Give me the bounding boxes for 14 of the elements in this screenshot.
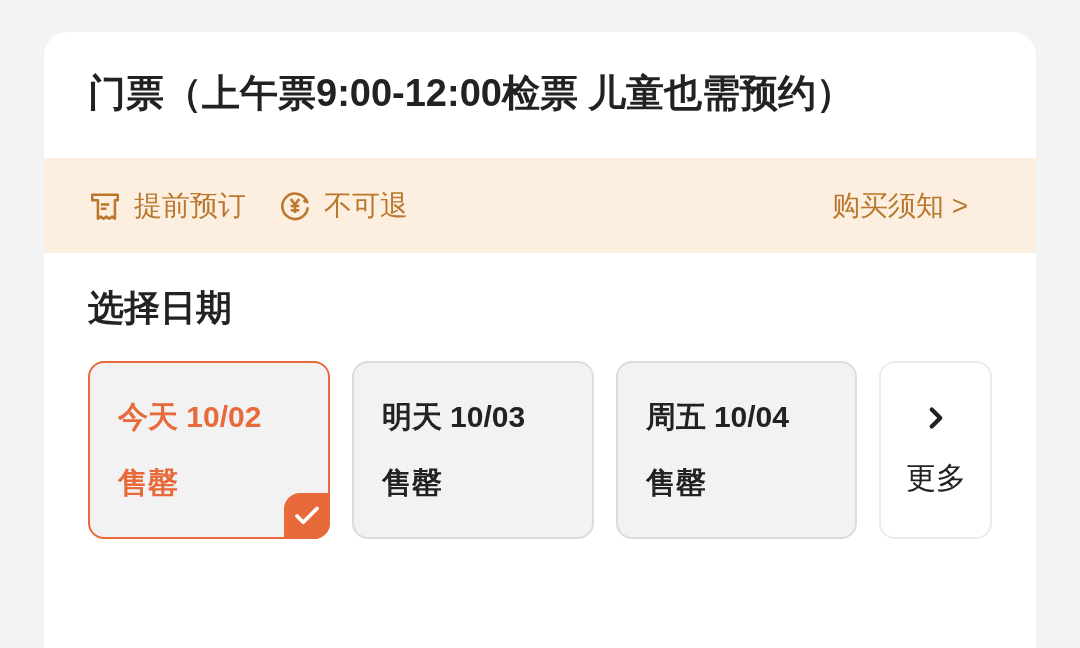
sold-out-label: 售罄	[381, 468, 443, 498]
date-label: 今天 10/02	[118, 402, 263, 432]
check-icon	[283, 493, 330, 539]
sold-out-label: 售罄	[118, 468, 179, 498]
notice-label: 不可退	[324, 188, 408, 223]
sold-out-label: 售罄	[645, 468, 707, 498]
section-heading: 选择日期	[87, 286, 233, 330]
date-label: 周五 10/04	[645, 402, 790, 432]
more-dates-button[interactable]: 更多	[879, 361, 992, 539]
date-label: 明天 10/03	[381, 402, 527, 432]
date-option[interactable]: 周五 10/04 售罄	[615, 361, 858, 539]
date-option[interactable]: 明天 10/03 售罄	[351, 361, 594, 539]
ticket-title: 门票（上午票9:00-12:00检票 儿童也需预约）	[87, 71, 856, 116]
notice-label: 提前预订	[134, 188, 246, 223]
